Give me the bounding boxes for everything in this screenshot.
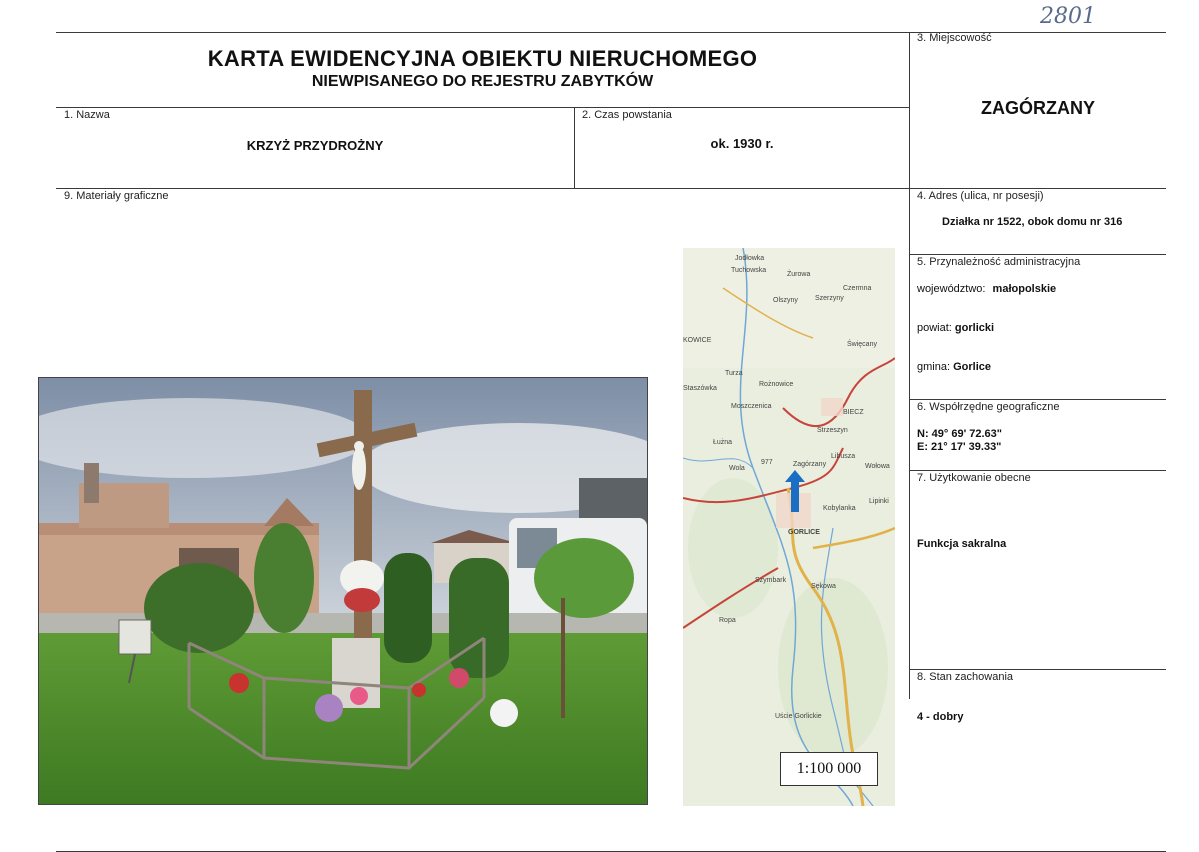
map-label-olszyny: Olszyny	[773, 297, 798, 304]
name-value: KRZYŻ PRZYDROŻNY	[246, 138, 384, 153]
coords-label: 6. Współrzędne geograficzne	[917, 401, 1060, 413]
admin-label: 5. Przynależność administracyjna	[917, 256, 1081, 268]
card-title: KARTA EWIDENCYJNA OBIEKTU NIERUCHOMEGO	[207, 46, 758, 71]
top-border	[56, 32, 1166, 33]
commune-row: gmina: Gorlice	[917, 361, 991, 373]
map-label-luzna: Łużna	[713, 439, 732, 446]
divider-5-6	[909, 399, 1166, 400]
map-label-ropa: Ropa	[719, 617, 736, 624]
map-label-turza: Turza	[725, 370, 743, 377]
map-label-wola: Wola	[729, 465, 745, 472]
map-label-lipinki: Lipinki	[869, 498, 889, 505]
section-divider	[56, 188, 1166, 189]
title-divider	[56, 107, 909, 108]
cross-photo	[38, 377, 648, 805]
date-value: ok. 1930 r.	[710, 136, 774, 151]
graphics-label: 9. Materiały graficzne	[64, 190, 169, 202]
map-label-sekowa: Sękowa	[811, 583, 836, 590]
map-scale: 1:100 000	[780, 752, 878, 786]
handwritten-number: 2801	[1040, 4, 1096, 29]
right-column-divider	[909, 32, 910, 699]
map-label-kowice: KOWICE	[683, 337, 712, 344]
usage-value: Funkcja sakralna	[917, 538, 1007, 550]
voivodeship-row: województwo: małopolskie	[917, 283, 1056, 295]
map-label-strzeszyn: Strzeszyn	[817, 427, 848, 434]
card-subtitle: NIEWPISANEGO DO REJESTRU ZABYTKÓW	[311, 73, 654, 90]
map-label-biecz: BIECZ	[843, 409, 864, 416]
divider-7-8	[909, 669, 1166, 670]
condition-label: 8. Stan zachowania	[917, 671, 1014, 683]
county-label: powiat:	[917, 322, 952, 334]
map-illustration: Jodłowka Tuchowska Żurowa Czermna Olszyn…	[683, 248, 895, 806]
record-card: 2801 KARTA EWIDENCYJNA OBIEKTU NIERUCHOM…	[0, 0, 1199, 852]
map-label-szerzyny: Szerzyny	[815, 295, 844, 302]
cross-photo-illustration	[39, 378, 647, 804]
commune-label: gmina:	[917, 361, 951, 373]
map-label-czermna: Czermna	[843, 285, 872, 292]
condition-value: 4 - dobry	[917, 711, 964, 723]
coords-n: N: 49° 69' 72.63"	[917, 428, 1003, 440]
map-label-szymbark: Szymbark	[755, 577, 787, 584]
address-value: Działka nr 1522, obok domu nr 316	[942, 216, 1123, 228]
map-label-zagorzany: Zagórzany	[793, 461, 827, 468]
usage-label: 7. Użytkowanie obecne	[917, 472, 1031, 484]
map-label-zurowa: Żurowa	[787, 269, 810, 278]
map-label-stasziowka: Staszówka	[683, 385, 717, 392]
map-label-roznowice: Rożnowice	[759, 381, 793, 388]
map-label-moszczenica: Moszczenica	[731, 403, 772, 410]
map-label-tuchowska: Tuchowska	[731, 267, 766, 274]
county-row: powiat: gorlicki	[917, 322, 994, 334]
location-map: Jodłowka Tuchowska Żurowa Czermna Olszyn…	[683, 248, 895, 806]
map-label-jodlowka: Jodłowka	[735, 255, 764, 262]
map-label-gorlice: GORLICE	[788, 529, 820, 536]
voivodeship-label: województwo:	[917, 283, 986, 295]
divider-4-5	[909, 254, 1166, 255]
name-label: 1. Nazwa	[64, 109, 110, 121]
voivodeship-value: małopolskie	[992, 283, 1057, 295]
map-label-wolowa: Wołowa	[865, 463, 890, 470]
date-label: 2. Czas powstania	[582, 109, 672, 121]
map-label-libusza: Libusza	[831, 453, 855, 460]
divider-6-7	[909, 470, 1166, 471]
locality-value: ZAGÓRZANY	[981, 98, 1095, 118]
map-road-number: 977	[761, 459, 773, 466]
locality-label: 3. Miejscowość	[917, 32, 992, 44]
address-label: 4. Adres (ulica, nr posesji)	[917, 190, 1044, 202]
map-label-usce: Uście Gorlickie	[775, 713, 822, 720]
commune-value: Gorlice	[953, 361, 991, 373]
map-label-kobylanka: Kobylanka	[823, 505, 856, 512]
coords-e: E: 21° 17' 39.33"	[917, 441, 1002, 453]
map-label-swiecany: Święcany	[847, 339, 877, 348]
county-value: gorlicki	[954, 322, 995, 334]
